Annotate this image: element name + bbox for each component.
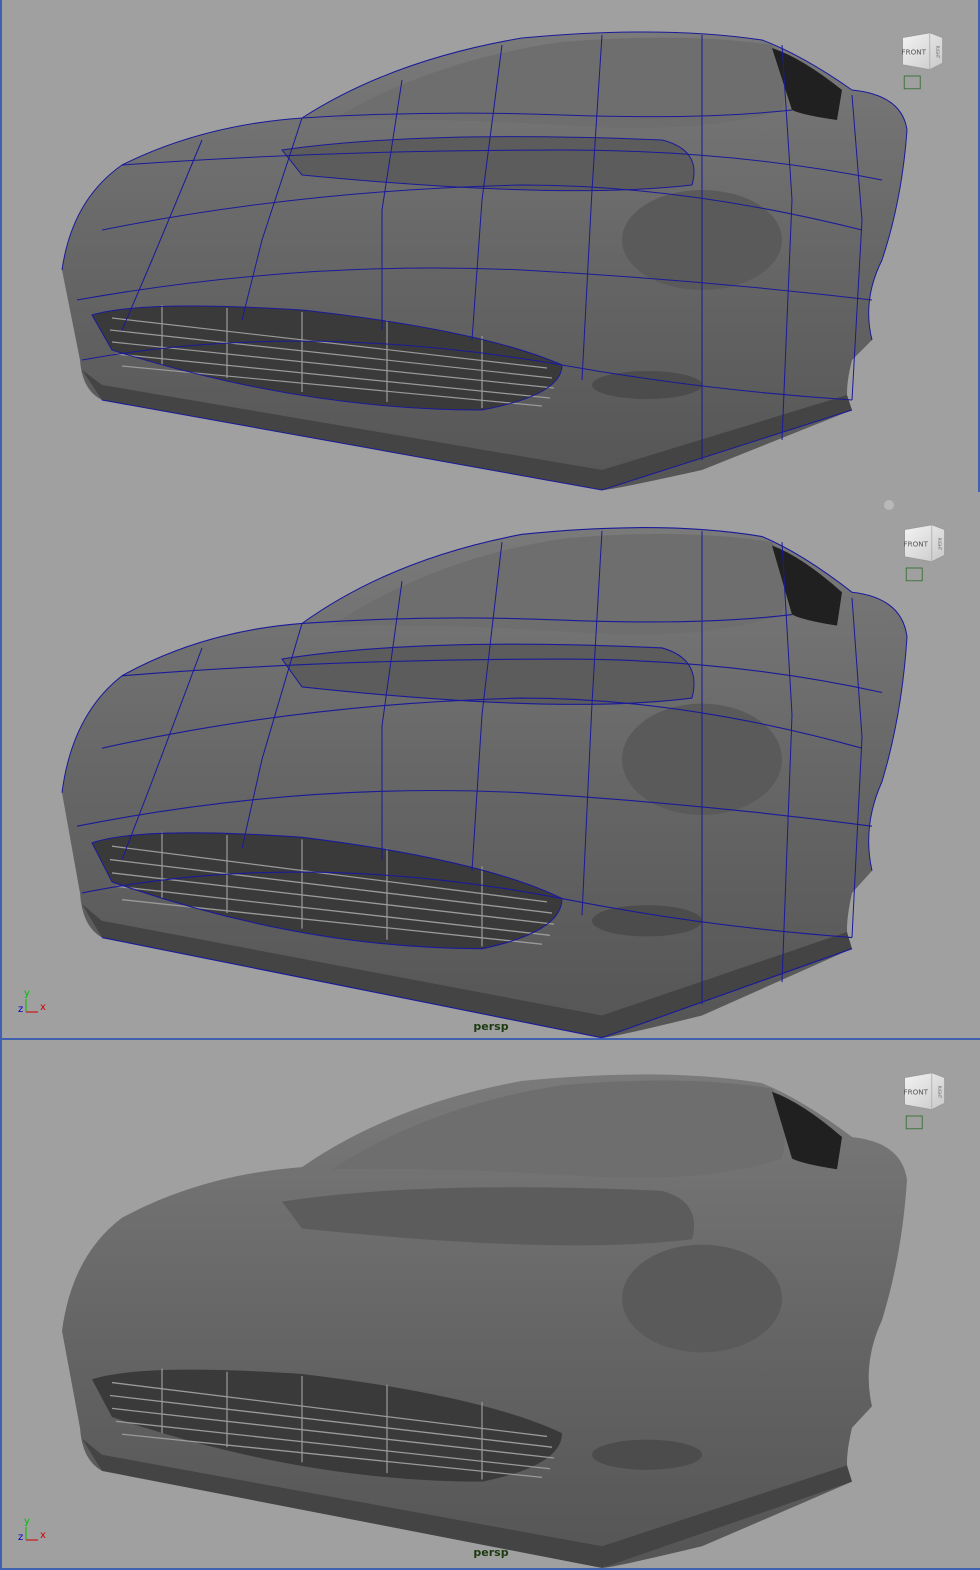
camera-label: persp bbox=[473, 1020, 509, 1033]
axis-y-label: y bbox=[24, 988, 30, 999]
axis-z-label: z bbox=[18, 1004, 23, 1015]
viewport-low-poly[interactable]: FRONT RIGHT bbox=[0, 0, 980, 492]
viewcube-front-label: FRONT bbox=[904, 539, 929, 548]
viewport-smoothed-wire[interactable]: FRONT RIGHT y z x persp bbox=[0, 492, 980, 1040]
viewcube[interactable]: FRONT RIGHT bbox=[894, 520, 952, 584]
viewcube-right-label: RIGHT bbox=[937, 538, 942, 551]
status-dot bbox=[884, 500, 894, 510]
axis-gizmo: y z x bbox=[18, 1516, 46, 1543]
car-model-low-poly[interactable] bbox=[2, 0, 980, 492]
axis-x-label: x bbox=[40, 1002, 46, 1013]
viewcube-front-label: FRONT bbox=[902, 47, 927, 56]
camera-label: persp bbox=[473, 1546, 509, 1559]
viewcube[interactable]: FRONT RIGHT bbox=[892, 28, 950, 92]
axis-x-label: x bbox=[40, 1530, 46, 1541]
axis-z-label: z bbox=[18, 1532, 23, 1543]
viewcube[interactable]: FRONT RIGHT bbox=[894, 1068, 952, 1132]
viewport-stack: FRONT RIGHT FRONT RIGHT y z x persp FRON… bbox=[0, 0, 980, 1570]
viewcube-right-label: RIGHT bbox=[937, 1086, 942, 1099]
viewcube-right-label: RIGHT bbox=[935, 46, 940, 59]
car-model-smoothed-shaded[interactable] bbox=[2, 1040, 980, 1570]
viewport-smoothed-shaded[interactable]: FRONT RIGHT y z x persp bbox=[0, 1040, 980, 1570]
axis-gizmo: y z x bbox=[18, 988, 46, 1015]
car-model-smoothed-wire[interactable] bbox=[2, 492, 980, 1040]
axis-y-label: y bbox=[24, 1516, 30, 1527]
viewcube-front-label: FRONT bbox=[904, 1087, 929, 1096]
